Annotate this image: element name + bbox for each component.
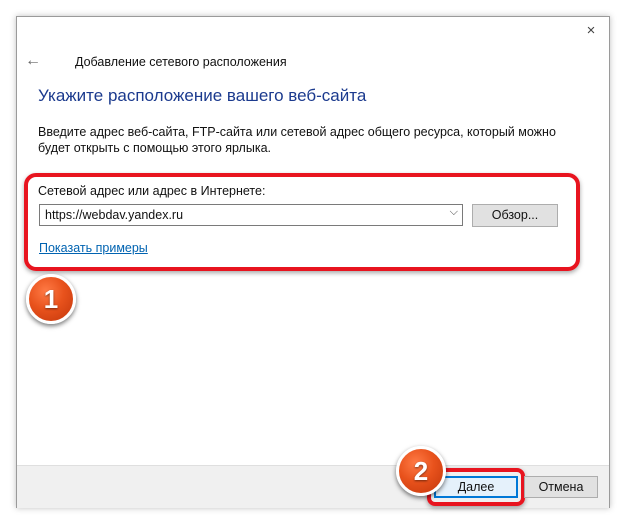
window-title: Добавление сетевого расположения bbox=[75, 55, 287, 69]
close-icon[interactable]: × bbox=[581, 21, 601, 41]
address-highlight-frame bbox=[24, 173, 580, 271]
next-button[interactable]: Далее bbox=[434, 476, 518, 498]
page-heading: Укажите расположение вашего веб-сайта bbox=[38, 86, 367, 105]
cancel-button[interactable]: Отмена bbox=[524, 476, 598, 498]
step-badge-1: 1 bbox=[26, 274, 76, 324]
instruction-text: Введите адрес веб-сайта, FTP-сайта или с… bbox=[38, 125, 556, 155]
back-arrow-icon[interactable]: ← bbox=[23, 51, 43, 71]
step-badge-2: 2 bbox=[396, 446, 446, 496]
